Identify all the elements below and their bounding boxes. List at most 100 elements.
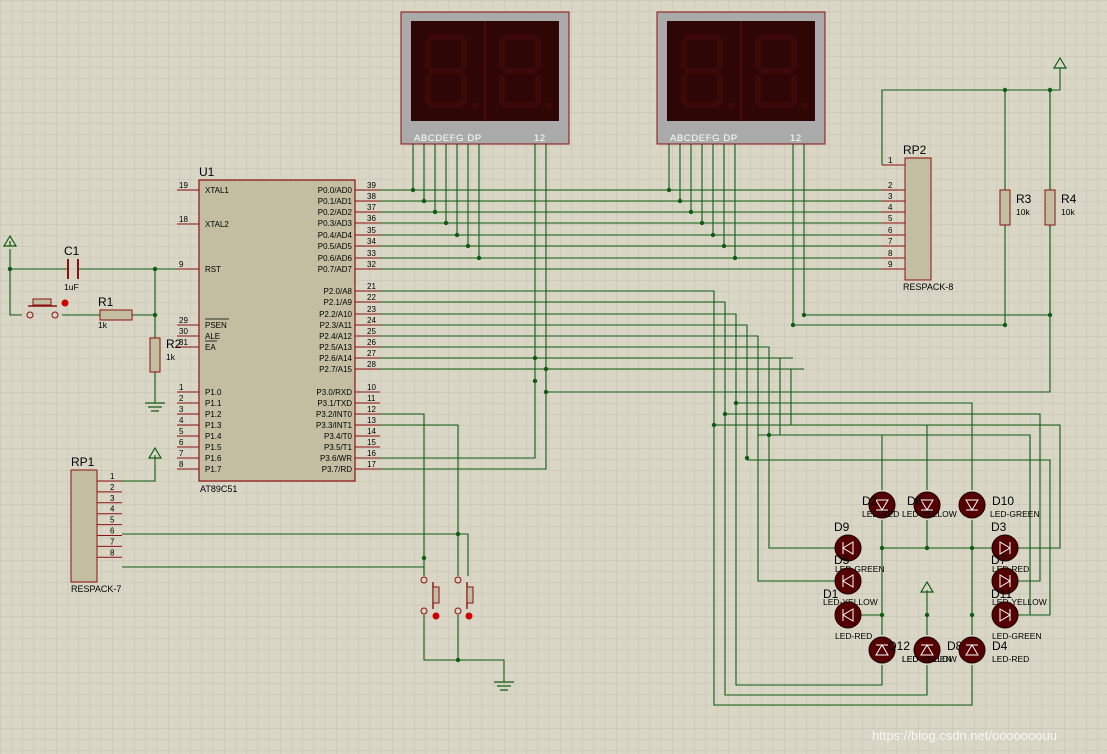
u1-pin-name: P0.6/AD6 [318,254,353,263]
u1-pin-number: 18 [179,215,188,224]
u1-pin-number: 34 [367,237,376,246]
decimal-point [727,102,735,110]
led-ref: D11 [991,587,1012,601]
decimal-point [801,102,809,110]
segment [503,34,537,40]
u1-part: AT89C51 [200,484,237,494]
u1-pin-name: P1.7 [205,465,222,474]
u1-pin-number: 22 [367,293,376,302]
u1-pin-number: 30 [179,327,188,336]
segment [759,34,793,40]
watermark: https://blog.csdn.net/ooooooouu [872,728,1057,743]
led-body [834,601,862,629]
segment [461,74,467,104]
u1-pin-name: P2.6/A14 [319,354,352,363]
u1-pin-name: P1.2 [205,410,222,419]
r3-value: 10k [1016,207,1030,217]
segment [681,74,687,104]
u1-pin-number: 11 [367,394,376,403]
u1-pin-name: P3.0/RXD [316,388,352,397]
segment-pin-labels: ABCDEFG DP [414,133,482,144]
u1-pin-number: 15 [367,438,376,447]
u1-pin-name: P1.6 [205,454,222,463]
u1-pin-name: P2.1/A9 [324,298,353,307]
r4-value: 10k [1061,207,1075,217]
u1-pin-number: 17 [367,460,376,469]
led-ref: D1 [823,587,839,601]
u1-pin-number: 21 [367,282,376,291]
segment [425,39,431,69]
segment [461,39,467,69]
u1-pin-name: P2.7/A15 [319,365,352,374]
u1-pin-name: P1.4 [205,432,222,441]
rp1-ref: RP1 [71,455,95,469]
u1-pin-number: 24 [367,316,376,325]
segment [685,34,719,40]
led-ref: D10 [992,494,1014,508]
segment [535,74,541,104]
rp1-part: RESPACK-7 [71,584,121,594]
u1-pin-name: P1.1 [205,399,222,408]
led-ref: D6 [907,494,923,508]
segment [429,102,463,108]
u1-pin-number: 1 [179,383,184,392]
u1-pin-number: 35 [367,226,376,235]
led-ref: D7 [991,553,1007,567]
u1-pin-number: 28 [367,360,376,369]
segment [717,74,723,104]
segment [429,68,463,74]
u1-pin-number: 36 [367,214,376,223]
u1-pin-name: P3.3/INT1 [316,421,353,430]
led-part: LED-RED [862,509,899,519]
u1-pin-number: 25 [367,327,376,336]
led-body [991,601,1019,629]
seven-segment-display-2[interactable]: ABCDEFG DP 12 [656,11,826,145]
led-ref: D9 [834,520,850,534]
r1-value: 1k [98,320,108,330]
u1-pin-number: 9 [179,260,184,269]
digit-pin-labels: 12 [790,133,802,144]
segment [425,74,431,104]
schematic-canvas: U1 AT89C51 19XTAL118XTAL29RST29PSEN30ALE… [0,0,1107,754]
u1-pin-name: P3.4/T0 [324,432,353,441]
u1-pin-number: 32 [367,260,376,269]
segment [499,74,505,104]
led-body [958,491,986,519]
r2-ref: R2 [166,337,182,351]
segment [755,39,761,69]
u1-pin-number: 14 [367,427,376,436]
c1-value: 1uF [64,282,79,292]
u1-pin-number: 29 [179,316,188,325]
u1-pin-name: PSEN [205,321,227,330]
r3-ref: R3 [1016,192,1032,206]
u1-pin-name: P0.4/AD4 [318,231,353,240]
led-part: LED-YELLOW [902,509,957,519]
u1-pin-name: P3.6/WR [320,454,352,463]
u1-pin-number: 4 [179,416,184,425]
rp2-ref: RP2 [903,143,927,157]
rp1-pin-number: 2 [110,483,115,492]
u1-pin-number: 19 [179,181,188,190]
segment [429,34,463,40]
u1-pin-name: P3.7/RD [322,465,352,474]
led-body [834,567,862,595]
u1-pin-name: XTAL1 [205,186,229,195]
u1-pin-name: RST [205,265,221,274]
u1-pin-name: P3.2/INT0 [316,410,353,419]
rp2-pin-number: 6 [888,226,893,235]
u1-pin-number: 26 [367,338,376,347]
u1-pin-number: 3 [179,405,184,414]
u1-ref: U1 [199,165,215,179]
u1-microcontroller[interactable]: U1 AT89C51 19XTAL118XTAL29RST29PSEN30ALE… [177,165,380,494]
rp2-pin-number: 4 [888,203,893,212]
u1-pin-number: 6 [179,438,184,447]
c1-ref: C1 [64,244,80,258]
u1-pin-number: 8 [179,460,184,469]
led-part: LED-RED [835,631,872,641]
seven-segment-display-1[interactable]: ABCDEFG DP 12 [400,11,570,145]
u1-pin-number: 10 [367,383,376,392]
r2-value: 1k [166,352,176,362]
rp2-pin-number: 3 [888,192,893,201]
u1-pin-number: 5 [179,427,184,436]
r4-ref: R4 [1061,192,1077,206]
